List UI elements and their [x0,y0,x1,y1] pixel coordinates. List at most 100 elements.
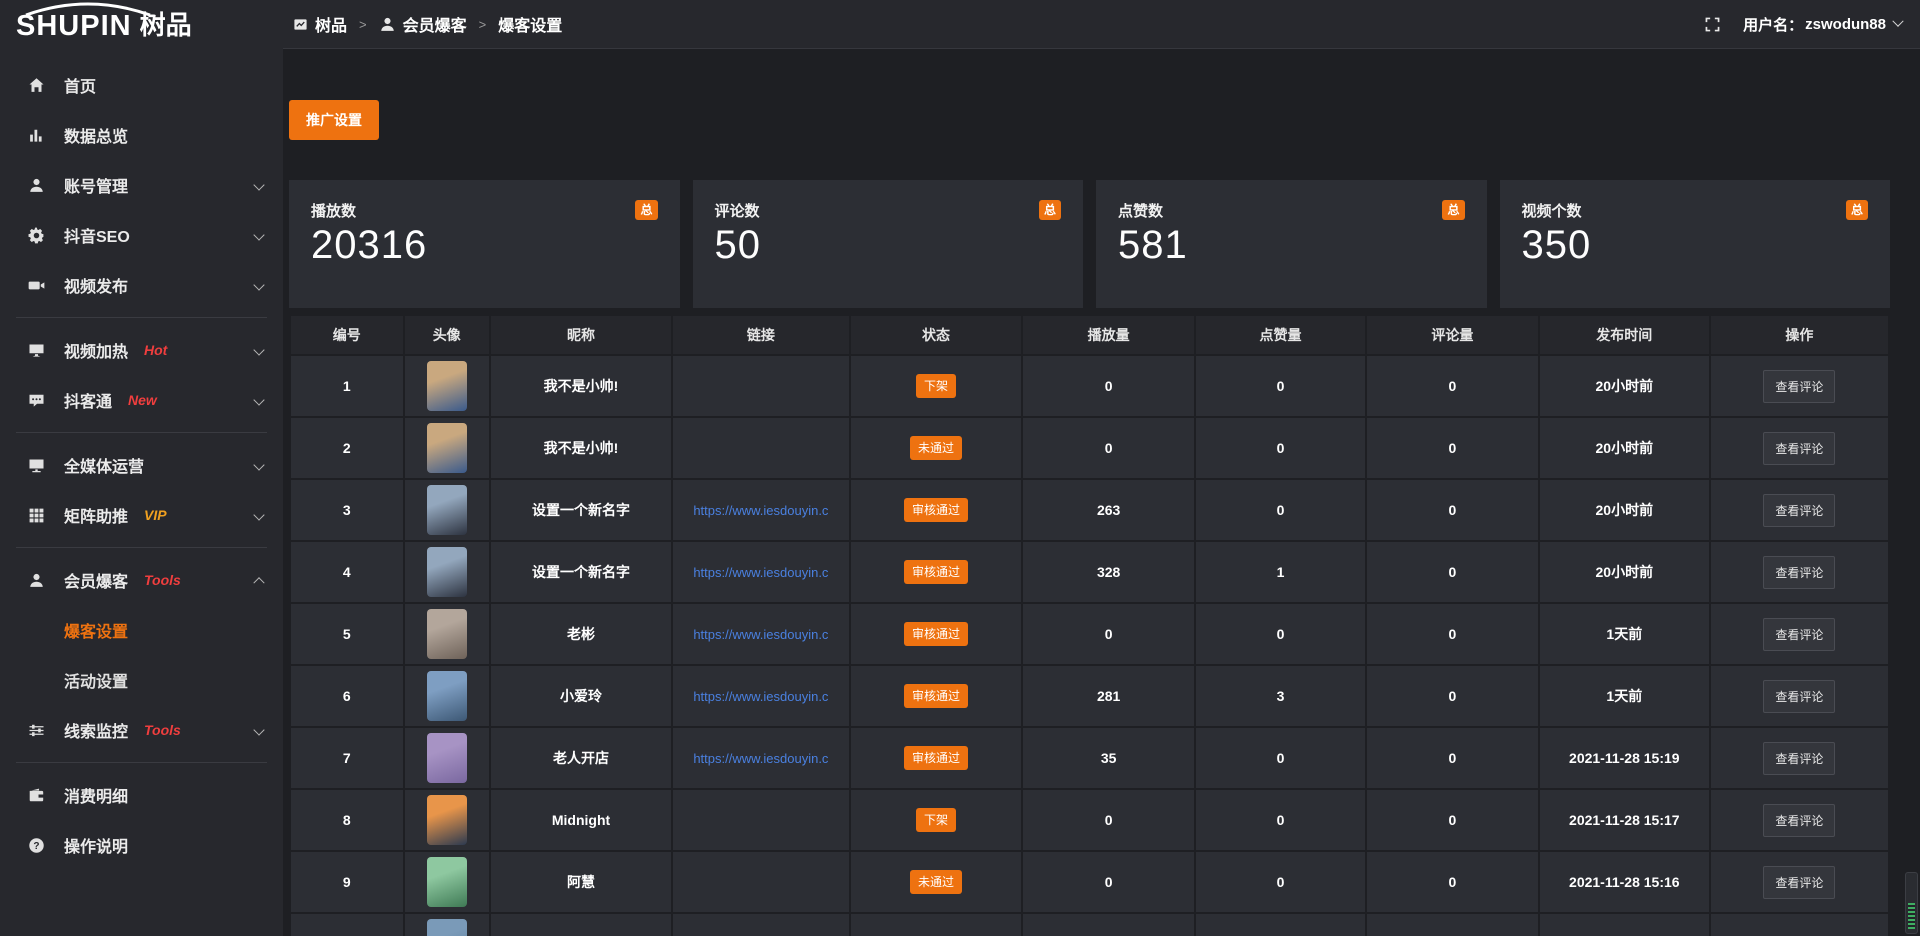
view-comments-button[interactable]: 查看评论 [1763,494,1835,527]
breadcrumb-item[interactable]: 爆客设置 [498,12,562,36]
cell-nickname: 设置一个新名字 [490,479,672,541]
cell-likes: 0 [1195,355,1366,417]
avatar [427,919,467,936]
total-badge: 总 [635,200,657,220]
cell-publish-time: 2021-11-28 15:16 [1539,851,1710,913]
cell-comments: 0 [1366,541,1539,603]
breadcrumb-separator: > [479,17,487,32]
cell-comments: 0 [1366,355,1539,417]
user-icon [28,177,47,194]
sidebar-item-操作说明[interactable]: ? 操作说明 [0,820,283,870]
video-link[interactable]: https://www.iesdouyin.c [673,751,848,766]
cell-link: https://www.iesdouyin.c [672,727,849,789]
sidebar-item-线索监控[interactable]: 线索监控 Tools [0,705,283,755]
cell-likes: 1 [1195,541,1366,603]
view-comments-button[interactable]: 查看评论 [1763,680,1835,713]
stat-card-header: 播放数 总 [311,200,658,221]
cell-comments: 0 [1366,789,1539,851]
status-badge: 审核通过 [904,746,968,770]
cell-nickname: Midnight [490,789,672,851]
status-badge: 审核通过 [904,684,968,708]
cell-id [290,913,404,936]
view-comments-button[interactable]: 查看评论 [1763,370,1835,403]
total-badge: 总 [1039,200,1061,220]
cell-link [672,417,849,479]
cell-publish-time: 1天前 [1539,665,1710,727]
sidebar-subitem-爆客设置[interactable]: 爆客设置 [0,605,283,655]
cell-likes: 0 [1195,417,1366,479]
cell-comments: 0 [1366,727,1539,789]
cell-publish-time: 2021-11-28 15:19 [1539,727,1710,789]
sidebar-item-全媒体运营[interactable]: 全媒体运营 [0,440,283,490]
svg-text:?: ? [33,840,39,851]
sidebar-item-视频加热[interactable]: 视频加热 Hot [0,325,283,375]
view-comments-button[interactable]: 查看评论 [1763,866,1835,899]
topbar-right: 用户名：zswodun88 [1704,14,1920,35]
sidebar-item-首页[interactable]: 首页 [0,60,283,110]
chat-icon [28,392,47,409]
breadcrumb: 树品>会员爆客>爆客设置 [283,12,562,36]
floating-scroll-widget[interactable] [1905,872,1918,934]
view-comments-button[interactable]: 查看评论 [1763,742,1835,775]
user-icon [379,16,396,33]
gear-icon [28,227,47,244]
breadcrumb-label: 会员爆客 [403,12,467,36]
cell-plays: 0 [1022,851,1195,913]
cell-nickname: 设置一个新名字 [490,541,672,603]
sidebar-item-账号管理[interactable]: 账号管理 [0,160,283,210]
sidebar-item-视频发布[interactable]: 视频发布 [0,260,283,310]
cell-nickname: 老人开店 [490,727,672,789]
stat-card-label: 点赞数 [1118,200,1163,221]
cell-publish-time: 1天前 [1539,603,1710,665]
promotion-settings-button[interactable]: 推广设置 [289,100,379,140]
stat-card-value: 20316 [311,223,658,268]
fullscreen-icon[interactable] [1704,16,1721,33]
cell-status: 审核通过 [850,479,1023,541]
view-comments-button[interactable]: 查看评论 [1763,432,1835,465]
stat-card-header: 点赞数 总 [1118,200,1465,221]
sidebar-item-tag: Tools [144,722,181,738]
table-row: 6 小爱玲 https://www.iesdouyin.c 审核通过 281 3… [290,665,1889,727]
chevron-up-icon [253,577,264,588]
sidebar-subitem-活动设置[interactable]: 活动设置 [0,655,283,705]
user-menu[interactable]: 用户名：zswodun88 [1743,14,1902,35]
sidebar-item-数据总览[interactable]: 数据总览 [0,110,283,160]
cell-likes: 3 [1195,665,1366,727]
video-link[interactable]: https://www.iesdouyin.c [673,503,848,518]
view-comments-button[interactable]: 查看评论 [1763,556,1835,589]
chevron-down-icon [253,459,264,470]
table-row: 1 我不是小帅! 下架 0 0 0 20小时前 查看评论 [290,355,1889,417]
cell-status: 下架 [850,789,1023,851]
sidebar-item-label: 抖音SEO [64,223,130,247]
username-value: zswodun88 [1805,16,1886,33]
stat-card-value: 50 [715,223,1062,268]
view-comments-button[interactable]: 查看评论 [1763,804,1835,837]
video-link[interactable]: https://www.iesdouyin.c [673,689,848,704]
cell-avatar [404,913,490,936]
cell-link: https://www.iesdouyin.c [672,665,849,727]
video-link[interactable]: https://www.iesdouyin.c [673,565,848,580]
breadcrumb-item[interactable]: 会员爆客 [379,12,467,36]
cell-id: 4 [290,541,404,603]
avatar [427,361,467,411]
cell-plays: 328 [1022,541,1195,603]
cell-action: 查看评论 [1710,603,1889,665]
video-icon [28,277,47,294]
avatar [427,609,467,659]
sidebar-item-消费明细[interactable]: 消费明细 [0,770,283,820]
avatar [427,547,467,597]
sidebar-item-抖客通[interactable]: 抖客通 New [0,375,283,425]
cell-likes: 0 [1195,789,1366,851]
cell-comments: 0 [1366,603,1539,665]
sidebar-item-会员爆客[interactable]: 会员爆客 Tools [0,555,283,605]
logo-text-en: SHUPIN [16,4,132,48]
view-comments-button[interactable]: 查看评论 [1763,618,1835,651]
breadcrumb-item[interactable]: 树品 [293,12,347,36]
cell-status: 未通过 [850,851,1023,913]
video-link[interactable]: https://www.iesdouyin.c [673,627,848,642]
sidebar-item-tag: New [128,392,157,408]
stat-card-header: 视频个数 总 [1522,200,1869,221]
sidebar-item-抖音SEO[interactable]: 抖音SEO [0,210,283,260]
sidebar-item-矩阵助推[interactable]: 矩阵助推 VIP [0,490,283,540]
cell-nickname: 我不是小帅! [490,417,672,479]
